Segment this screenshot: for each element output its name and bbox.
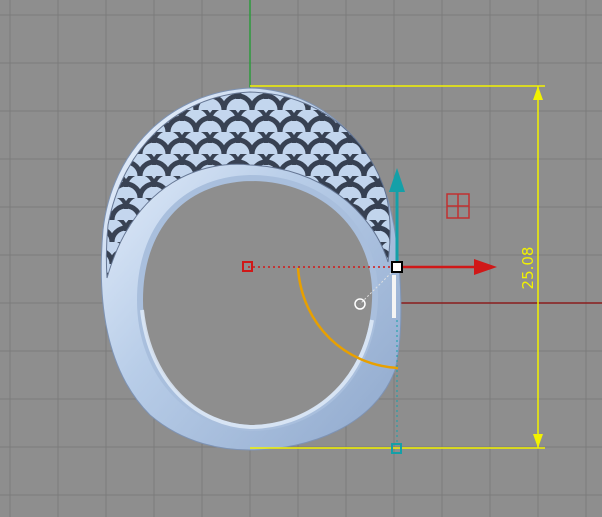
plane-cursor-icon xyxy=(446,193,470,219)
dimension-value-label: 25.08 xyxy=(519,247,537,290)
viewport-scene[interactable]: 25.08 xyxy=(0,0,602,517)
gizmo-pivot[interactable] xyxy=(391,261,403,273)
move-x-arrow[interactable] xyxy=(402,259,497,275)
3d-viewport[interactable]: 25.08 xyxy=(0,0,602,517)
